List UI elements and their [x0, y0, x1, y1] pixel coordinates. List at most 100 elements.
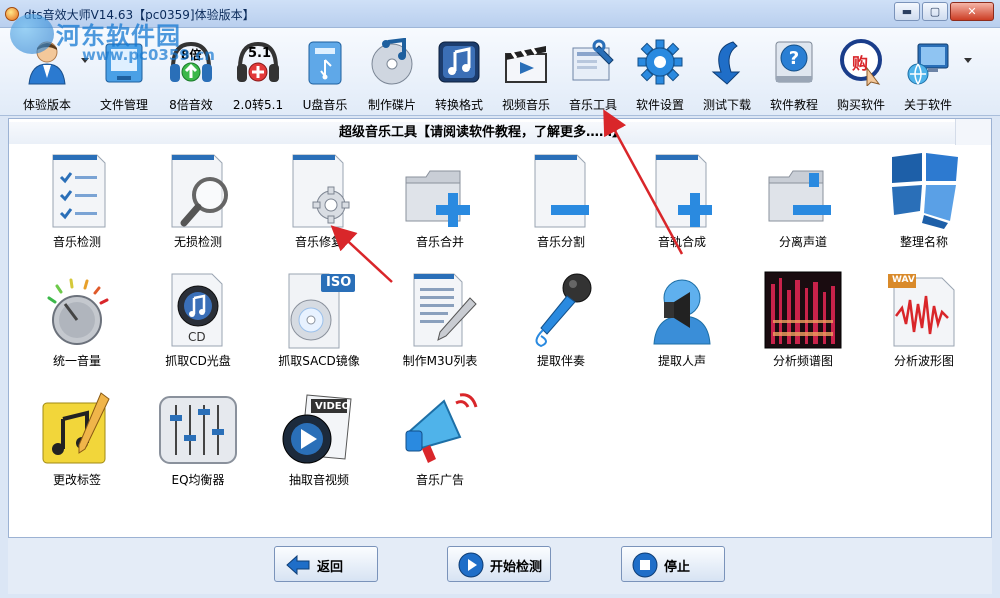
speaker-person-icon: [642, 270, 722, 350]
tile-rip-sacd[interactable]: ISO 抓取SACD镜像: [261, 270, 377, 382]
badge-buy: 购: [852, 54, 869, 73]
tile-music-ads[interactable]: 音乐广告: [382, 389, 498, 501]
microphone-icon: [521, 270, 601, 350]
folder-icon: [100, 38, 148, 86]
folder-minus-icon: [763, 151, 843, 231]
computer-globe-icon: [904, 38, 952, 86]
stop-button[interactable]: 停止: [621, 546, 725, 582]
minimize-button[interactable]: ▬: [894, 2, 920, 21]
tool-file-manager[interactable]: 文件管理: [90, 38, 158, 112]
tile-music-check[interactable]: 音乐检测: [19, 151, 135, 263]
video-disc-icon: VIDEO: [279, 389, 359, 469]
tile-label: 分析波形图: [893, 354, 954, 368]
waveform-icon: WAV: [884, 270, 964, 350]
music-note-icon: [435, 38, 483, 86]
tool-convert-format[interactable]: 转换格式: [425, 38, 493, 112]
tile-edit-tags[interactable]: 更改标签: [19, 389, 135, 501]
tile-label: 更改标签: [52, 473, 101, 487]
tool-tutorial[interactable]: ? 软件教程: [760, 38, 828, 112]
cd-doc-icon: CD: [158, 270, 238, 350]
checklist-doc-icon: [37, 151, 117, 231]
tile-label: 分离声道: [778, 235, 827, 249]
badge-video: VIDEO: [315, 401, 351, 412]
tile-label: 抽取音视频: [288, 473, 349, 487]
back-label: 返回: [317, 560, 344, 575]
maximize-button[interactable]: ▢: [922, 2, 948, 21]
pen-doc-icon: [400, 270, 480, 350]
tile-music-split[interactable]: 音乐分割: [503, 151, 619, 263]
scrollbar[interactable]: [955, 119, 991, 145]
window-controls: ▬ ▢ ✕: [892, 2, 994, 21]
folder-plus-icon: [400, 151, 480, 231]
tool-test-download[interactable]: 测试下载: [693, 38, 761, 112]
tool-trial-version[interactable]: 体验版本: [13, 38, 81, 112]
start-check-label: 开始检测: [490, 560, 543, 575]
tool-buy[interactable]: 购 购买软件: [827, 38, 895, 112]
close-button[interactable]: ✕: [950, 2, 994, 21]
user-icon: [23, 38, 71, 86]
tool-label: 体验版本: [22, 98, 71, 112]
start-check-button[interactable]: 开始检测: [447, 546, 551, 582]
buy-icon: 购: [837, 38, 885, 88]
stop-label: 停止: [664, 560, 691, 575]
tile-label: 提取人声: [657, 354, 706, 368]
tool-music-tools[interactable]: 音乐工具: [559, 38, 627, 112]
dropdown-arrow-icon[interactable]: [81, 58, 89, 63]
tile-extract-accompaniment[interactable]: 提取伴奏: [503, 270, 619, 382]
megaphone-icon: [400, 389, 480, 469]
footer-bar: 返回 开始检测 停止: [8, 538, 992, 594]
tile-extract-vocals[interactable]: 提取人声: [624, 270, 740, 382]
tile-organize-names[interactable]: 整理名称: [866, 151, 982, 263]
tool-usb-music[interactable]: U盘音乐: [291, 38, 359, 112]
download-arrow-icon: [703, 38, 751, 86]
tile-label: 音乐广告: [415, 473, 464, 487]
headphones-51-icon: 5.1: [234, 38, 282, 86]
tile-label: EQ均衡器: [171, 473, 225, 487]
tool-about[interactable]: 关于软件: [894, 38, 962, 112]
tile-music-repair[interactable]: 音乐修复: [261, 151, 377, 263]
main-toolbar: 体验版本 文件管理 8倍 8倍音效 5.1 2.0转5.1 U盘音乐 制作碟片 …: [0, 28, 1000, 116]
stop-icon: [632, 552, 658, 578]
headphones-8x-icon: 8倍: [167, 38, 215, 86]
badge-8x: 8倍: [181, 48, 202, 62]
doc-minus-icon: [521, 151, 601, 231]
tool-video-music[interactable]: 视频音乐: [492, 38, 560, 112]
music-disc-icon: [368, 37, 416, 86]
badge-wav: WAV: [892, 275, 915, 285]
tiles-icon: [884, 151, 964, 231]
tool-settings[interactable]: 软件设置: [626, 38, 694, 112]
tile-waveform[interactable]: WAV 分析波形图: [866, 270, 982, 382]
tool-2to51[interactable]: 5.1 2.0转5.1: [224, 38, 292, 112]
tile-label: 制作M3U列表: [402, 354, 478, 368]
tile-eq[interactable]: EQ均衡器: [140, 389, 256, 501]
tile-label: 无损检测: [173, 235, 222, 249]
gear-doc-icon: [279, 151, 359, 231]
tile-lossless-check[interactable]: 无损检测: [140, 151, 256, 263]
magnifier-doc-icon: [158, 151, 238, 231]
tool-make-disc[interactable]: 制作碟片: [358, 37, 426, 112]
back-button[interactable]: 返回: [274, 546, 378, 582]
svg-text:?: ?: [789, 48, 799, 69]
tile-spectrogram[interactable]: 分析频谱图: [745, 270, 861, 382]
equalizer-icon: [158, 389, 238, 469]
tile-make-m3u[interactable]: 制作M3U列表: [382, 270, 498, 382]
tile-rip-cd[interactable]: CD 抓取CD光盘: [140, 270, 256, 382]
tile-track-compose[interactable]: 音轨合成: [624, 151, 740, 263]
tile-music-merge[interactable]: 音乐合并: [382, 151, 498, 263]
tile-extract-av[interactable]: VIDEO 抽取音视频: [261, 389, 377, 501]
title-bar: dts音效大师V14.63【pc0359]体验版本】 ▬ ▢ ✕: [0, 0, 1000, 28]
tile-separate-channels[interactable]: 分离声道: [745, 151, 861, 263]
tile-label: 分析频谱图: [772, 354, 833, 368]
iso-disc-icon: ISO: [279, 270, 359, 350]
tile-label: 抓取CD光盘: [165, 354, 231, 368]
dropdown-arrow-icon[interactable]: [964, 58, 972, 63]
window-title: dts音效大师V14.63【pc0359]体验版本】: [24, 8, 255, 22]
tile-label: 音轨合成: [657, 235, 706, 249]
tool-8x-effect[interactable]: 8倍 8倍音效: [157, 38, 225, 112]
gear-icon: [636, 38, 684, 86]
volume-knob-icon: [37, 270, 117, 350]
app-icon: [5, 7, 19, 21]
tile-unify-volume[interactable]: 统一音量: [19, 270, 135, 382]
music-tag-icon: [37, 389, 117, 469]
badge-51: 5.1: [248, 46, 272, 61]
